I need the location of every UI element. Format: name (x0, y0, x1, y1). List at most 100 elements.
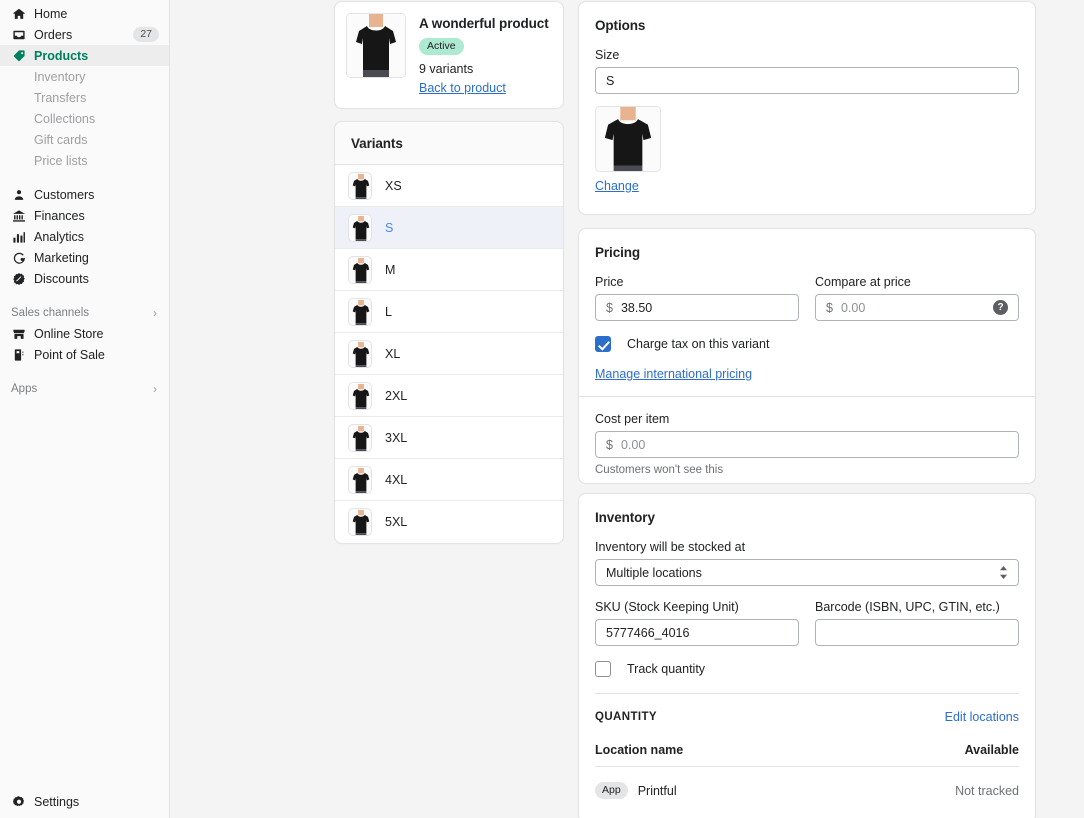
price-field-group: Price $ 38.50 (595, 275, 799, 321)
track-quantity-checkbox[interactable] (595, 661, 611, 677)
sidebar-item-label: Online Store (34, 326, 104, 341)
sidebar-item-label: Discounts (34, 271, 89, 286)
inventory-card: Inventory Inventory will be stocked at M… (578, 493, 1036, 818)
variant-label: 2XL (385, 388, 408, 403)
home-icon (11, 6, 26, 21)
sidebar-item-price-lists[interactable]: Price lists (0, 150, 169, 171)
sku-field-group: SKU (Stock Keeping Unit) 5777466_4016 (595, 600, 799, 646)
variant-label: XL (385, 346, 401, 361)
help-question-icon[interactable]: ? (993, 300, 1008, 315)
sidebar-section-apps[interactable]: Apps › (0, 378, 169, 399)
manage-international-pricing-link[interactable]: Manage international pricing (595, 367, 752, 381)
product-summary-card: A wonderful product Active 9 variants Ba… (334, 1, 564, 109)
sidebar-item-finances[interactable]: Finances (0, 205, 169, 226)
inventory-title: Inventory (595, 510, 655, 525)
compare-at-price-label: Compare at price (815, 275, 911, 289)
sidebar-item-gift-cards[interactable]: Gift cards (0, 129, 169, 150)
sidebar-item-marketing[interactable]: Marketing (0, 247, 169, 268)
sidebar-item-collections[interactable]: Collections (0, 108, 169, 129)
sidebar-item-settings[interactable]: Settings (11, 791, 158, 812)
variant-label: M (385, 262, 396, 277)
sidebar-item-inventory[interactable]: Inventory (0, 66, 169, 87)
variant-row[interactable]: M (335, 249, 563, 291)
currency-symbol: $ (606, 300, 613, 315)
charge-tax-label: Charge tax on this variant (627, 337, 770, 351)
marketing-target-icon (11, 250, 26, 265)
charge-tax-row[interactable]: Charge tax on this variant (595, 336, 1019, 352)
variant-row[interactable]: XS (335, 165, 563, 207)
sales-channels-label: Sales channels (11, 306, 89, 319)
options-card: Options Size S Change (578, 1, 1036, 215)
app-badge: App (595, 782, 628, 799)
variant-thumbnail (348, 381, 372, 410)
sidebar-item-label: Home (34, 6, 68, 21)
select-chevrons-icon (998, 566, 1008, 579)
stocked-at-label: Inventory will be stocked at (595, 540, 746, 554)
customers-person-icon (11, 187, 26, 202)
cost-per-item-group: Cost per item $ 0.00 Customers won't see… (579, 397, 1035, 491)
cost-per-item-input[interactable]: $ 0.00 (595, 431, 1019, 458)
charge-tax-checkbox[interactable] (595, 336, 611, 352)
variant-tshirt-image[interactable] (595, 106, 661, 172)
variant-thumbnail (348, 297, 372, 326)
price-value: 38.50 (620, 300, 653, 315)
sidebar-item-home[interactable]: Home (0, 3, 169, 24)
sku-input[interactable]: 5777466_4016 (595, 619, 799, 646)
variant-label: L (385, 304, 392, 319)
gear-icon (11, 794, 26, 809)
variant-row[interactable]: 2XL (335, 375, 563, 417)
column-header-available: Available (964, 743, 1019, 757)
variant-row[interactable]: S (335, 207, 563, 249)
product-info: A wonderful product Active 9 variants Ba… (419, 13, 549, 97)
currency-symbol: $ (606, 437, 613, 452)
compare-price-field-group: Compare at price $ 0.00 ? (815, 275, 1019, 321)
variant-row[interactable]: XL (335, 333, 563, 375)
sidebar-item-customers[interactable]: Customers (0, 184, 169, 205)
size-input[interactable]: S (595, 67, 1019, 94)
quantity-table: Location name Available App Printful Not t… (595, 724, 1019, 799)
sidebar-item-orders[interactable]: Orders 27 (0, 24, 169, 45)
chevron-right-icon: › (153, 305, 157, 320)
point-of-sale-icon (11, 347, 26, 362)
cost-per-item-label: Cost per item (595, 412, 670, 426)
orders-icon (11, 27, 26, 42)
pricing-body: Pricing Price $ 38.50 Compare at price $ (579, 229, 1035, 396)
quantity-title: QUANTITY (595, 711, 657, 723)
sidebar-item-label: Finances (34, 208, 85, 223)
sidebar-item-analytics[interactable]: Analytics (0, 226, 169, 247)
variants-count: 9 variants (419, 62, 474, 76)
sidebar-item-products[interactable]: Products (0, 45, 169, 66)
variant-thumbnail (348, 465, 372, 494)
stocked-at-select[interactable]: Multiple locations (595, 559, 1019, 586)
variant-row[interactable]: 4XL (335, 459, 563, 501)
available-value: Not tracked (955, 783, 1019, 798)
price-input[interactable]: $ 38.50 (595, 294, 799, 321)
variants-card: Variants XS S M L XL 2XL 3XL 4XL 5XL (334, 121, 564, 544)
variants-title: Variants (351, 136, 403, 151)
variant-row[interactable]: L (335, 291, 563, 333)
options-title: Options (595, 18, 646, 33)
edit-locations-link[interactable]: Edit locations (945, 710, 1019, 724)
variant-row[interactable]: 3XL (335, 417, 563, 459)
sidebar-item-label: Products (34, 48, 89, 63)
analytics-bar-chart-icon (11, 229, 26, 244)
track-quantity-row[interactable]: Track quantity (595, 661, 1019, 677)
quantity-table-header: Location name Available (595, 724, 1019, 767)
variant-row[interactable]: 5XL (335, 501, 563, 543)
sidebar-item-point-of-sale[interactable]: Point of Sale (0, 344, 169, 365)
variant-thumbnail (348, 171, 372, 200)
barcode-input[interactable] (815, 619, 1019, 646)
discounts-tag-icon (11, 271, 26, 286)
sidebar-item-transfers[interactable]: Transfers (0, 87, 169, 108)
variant-thumbnail (348, 255, 372, 284)
compare-at-price-input[interactable]: $ 0.00 ? (815, 294, 1019, 321)
sidebar-item-online-store[interactable]: Online Store (0, 323, 169, 344)
sidebar-subitem-label: Price lists (34, 153, 88, 168)
column-header-location-name: Location name (595, 743, 684, 757)
price-label: Price (595, 275, 624, 289)
back-to-product-link[interactable]: Back to product (419, 81, 506, 95)
sidebar-section-sales-channels[interactable]: Sales channels › (0, 302, 169, 323)
change-image-link[interactable]: Change (595, 179, 1019, 193)
size-value: S (606, 73, 615, 88)
sidebar-item-discounts[interactable]: Discounts (0, 268, 169, 289)
